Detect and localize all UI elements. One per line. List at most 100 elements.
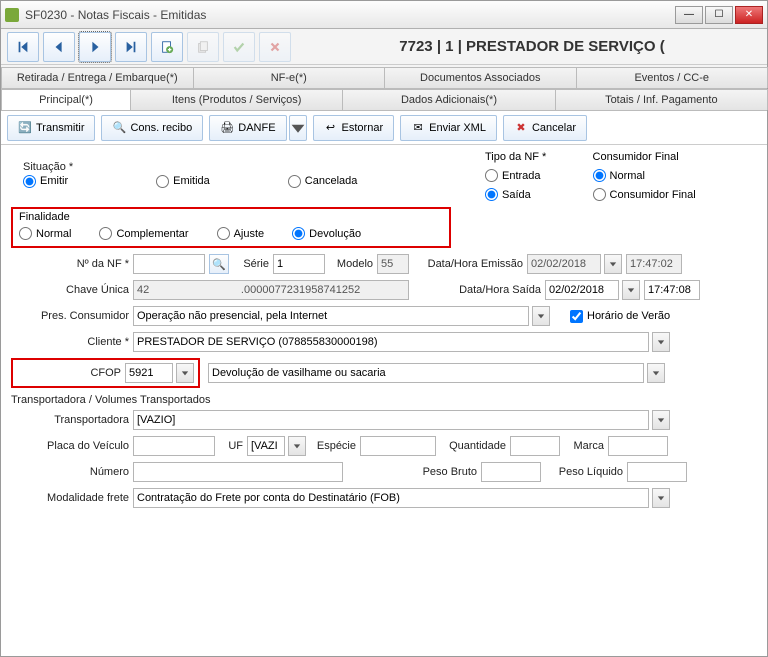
radio-entrada[interactable]: Entrada <box>485 169 541 182</box>
new-record-button[interactable] <box>151 32 183 62</box>
tab-principal[interactable]: Principal(*) <box>1 89 131 110</box>
radio-emitida[interactable]: Emitida <box>156 175 210 188</box>
tab-itens[interactable]: Itens (Produtos / Serviços) <box>130 89 343 110</box>
especie-label: Espécie <box>310 440 356 452</box>
radio-saida[interactable]: Saída <box>485 188 541 201</box>
radio-fin-complementar[interactable]: Complementar <box>99 227 188 240</box>
copy-record-button <box>187 32 219 62</box>
serie-label: Série <box>233 258 269 270</box>
danfe-button[interactable]: 🖨DANFE <box>209 115 286 141</box>
peso-liquido-input[interactable] <box>627 462 687 482</box>
refresh-icon: 🔄 <box>18 121 32 135</box>
titlebar: SF0230 - Notas Fiscais - Emitidas — ☐ ✕ <box>1 1 767 29</box>
data-saida-label: Data/Hora Saída <box>413 284 541 296</box>
radio-emitir[interactable]: Emitir <box>23 175 68 188</box>
data-emissao-input <box>527 254 601 274</box>
transportadora-input[interactable] <box>133 410 649 430</box>
data-emissao-dropdown[interactable] <box>604 254 622 274</box>
danfe-dropdown[interactable] <box>289 115 307 141</box>
next-record-button[interactable] <box>79 32 111 62</box>
transmitir-button[interactable]: 🔄Transmitir <box>7 115 95 141</box>
chave-label: Chave Única <box>11 284 129 296</box>
mail-icon: ✉ <box>411 121 425 135</box>
pres-consumidor-dropdown[interactable] <box>532 306 550 326</box>
close-button[interactable]: ✕ <box>735 6 763 24</box>
cliente-input[interactable] <box>133 332 649 352</box>
nav-toolbar: 7723 | 1 | PRESTADOR DE SERVIÇO ( <box>1 29 767 65</box>
quantidade-input[interactable] <box>510 436 560 456</box>
tab-dados[interactable]: Dados Adicionais(*) <box>342 89 555 110</box>
confirm-button <box>223 32 255 62</box>
minimize-button[interactable]: — <box>675 6 703 24</box>
especie-input[interactable] <box>360 436 436 456</box>
cfop-desc-input[interactable] <box>208 363 644 383</box>
estornar-button[interactable]: ↩Estornar <box>313 115 395 141</box>
form-area: Situação * Emitir Emitida Cancelada Tipo… <box>1 145 767 656</box>
finalidade-label: Finalidade <box>19 211 443 223</box>
data-saida-input[interactable] <box>545 280 619 300</box>
peso-bruto-label: Peso Bruto <box>347 466 477 478</box>
uf-input[interactable] <box>247 436 285 456</box>
radio-cancelada[interactable]: Cancelada <box>288 175 358 188</box>
cancel-nav-button <box>259 32 291 62</box>
n-nf-input[interactable] <box>133 254 205 274</box>
tab-nfe[interactable]: NF-e(*) <box>193 67 386 88</box>
radio-cf-final[interactable]: Consumidor Final <box>593 188 696 201</box>
horario-verao-checkbox[interactable]: Horário de Verão <box>570 310 670 323</box>
serie-input[interactable] <box>273 254 325 274</box>
modelo-label: Modelo <box>329 258 373 270</box>
enviar-xml-button[interactable]: ✉Enviar XML <box>400 115 497 141</box>
app-icon <box>5 8 19 22</box>
marca-input[interactable] <box>608 436 668 456</box>
pres-consumidor-input[interactable] <box>133 306 529 326</box>
cons-recibo-button[interactable]: 🔍Cons. recibo <box>101 115 203 141</box>
tab-docs[interactable]: Documentos Associados <box>384 67 577 88</box>
cfop-group: CFOP <box>11 358 200 388</box>
radio-fin-normal[interactable]: Normal <box>19 227 71 240</box>
radio-fin-ajuste[interactable]: Ajuste <box>217 227 265 240</box>
modelo-input <box>377 254 409 274</box>
data-saida-dropdown[interactable] <box>622 280 640 300</box>
search-icon: 🔍 <box>112 121 126 135</box>
cfop-dropdown[interactable] <box>176 363 194 383</box>
action-toolbar: 🔄Transmitir 🔍Cons. recibo 🖨DANFE ↩Estorn… <box>1 111 767 145</box>
maximize-button[interactable]: ☐ <box>705 6 733 24</box>
app-window: SF0230 - Notas Fiscais - Emitidas — ☐ ✕ … <box>0 0 768 657</box>
n-nf-label: Nº da NF * <box>11 258 129 270</box>
record-info: 7723 | 1 | PRESTADOR DE SERVIÇO ( <box>295 38 761 55</box>
numero-label: Número <box>11 466 129 478</box>
pres-consumidor-label: Pres. Consumidor <box>11 310 129 322</box>
finalidade-group: Finalidade Normal Complementar Ajuste De… <box>11 207 451 248</box>
radio-fin-devolucao[interactable]: Devolução <box>292 227 361 240</box>
modalidade-label: Modalidade frete <box>11 492 129 504</box>
situacao-label: Situação * <box>23 161 451 173</box>
modalidade-dropdown[interactable] <box>652 488 670 508</box>
first-record-button[interactable] <box>7 32 39 62</box>
hora-saida-input[interactable] <box>644 280 700 300</box>
uf-dropdown[interactable] <box>288 436 306 456</box>
tab-eventos[interactable]: Eventos / CC-e <box>576 67 768 88</box>
placa-label: Placa do Veículo <box>11 440 129 452</box>
last-record-button[interactable] <box>115 32 147 62</box>
data-emissao-label: Data/Hora Emissão <box>413 258 523 270</box>
numero-input[interactable] <box>133 462 343 482</box>
tab-retirada[interactable]: Retirada / Entrega / Embarque(*) <box>1 67 194 88</box>
n-nf-search-button[interactable]: 🔍 <box>209 254 229 274</box>
placa-input[interactable] <box>133 436 215 456</box>
cliente-label: Cliente * <box>11 336 129 348</box>
quantidade-label: Quantidade <box>440 440 506 452</box>
cfop-desc-dropdown[interactable] <box>647 363 665 383</box>
undo-icon: ↩ <box>324 121 338 135</box>
peso-bruto-input[interactable] <box>481 462 541 482</box>
tab-totais[interactable]: Totais / Inf. Pagamento <box>555 89 768 110</box>
consumidor-final-label: Consumidor Final <box>593 151 720 163</box>
cfop-input[interactable] <box>125 363 173 383</box>
modalidade-input[interactable] <box>133 488 649 508</box>
cliente-dropdown[interactable] <box>652 332 670 352</box>
prev-record-button[interactable] <box>43 32 75 62</box>
radio-cf-normal[interactable]: Normal <box>593 169 696 182</box>
cancelar-button[interactable]: ✖Cancelar <box>503 115 587 141</box>
cancel-icon: ✖ <box>514 121 528 135</box>
uf-label: UF <box>219 440 243 452</box>
transportadora-dropdown[interactable] <box>652 410 670 430</box>
